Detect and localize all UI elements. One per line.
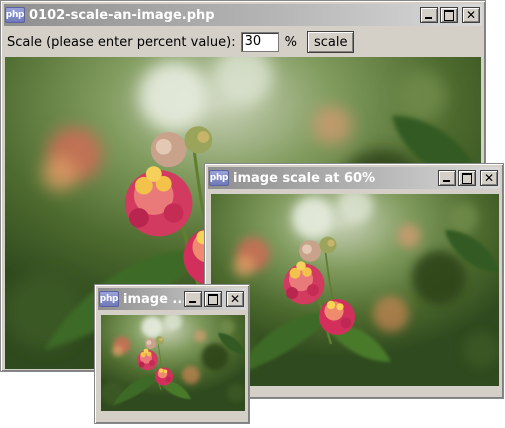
window-title: 0102-scale-an-image.php	[29, 7, 215, 23]
percent-label: %	[284, 34, 297, 50]
scaled-image-60	[211, 194, 499, 386]
scale-controls: Scale (please enter percent value): 30 %…	[7, 31, 477, 53]
scale-label: Scale (please enter percent value):	[7, 34, 236, 50]
close-button[interactable]: ✕	[480, 170, 498, 186]
maximize-button[interactable]	[440, 7, 458, 23]
php-logo-icon: php	[5, 7, 25, 23]
scaled-60-titlebar[interactable]: php image scale at 60% ✕	[208, 167, 500, 189]
scale-button[interactable]: scale	[306, 31, 355, 53]
scaled-30-titlebar[interactable]: php image ... ✕	[98, 288, 246, 310]
main-titlebar[interactable]: php 0102-scale-an-image.php ✕	[4, 4, 482, 26]
minimize-button[interactable]	[438, 170, 456, 186]
close-button[interactable]: ✕	[462, 7, 480, 23]
php-logo-icon: php	[99, 291, 119, 307]
maximize-button[interactable]	[458, 170, 476, 186]
php-logo-icon: php	[209, 170, 229, 186]
minimize-button[interactable]	[420, 7, 438, 23]
minimize-button[interactable]	[184, 291, 202, 307]
window-title: image ...	[123, 291, 184, 307]
maximize-button[interactable]	[204, 291, 222, 307]
close-button[interactable]: ✕	[226, 291, 244, 307]
scaled-image-30	[101, 315, 245, 411]
scaled-30-window: php image ... ✕	[94, 284, 250, 424]
scale-input[interactable]: 30	[240, 32, 279, 52]
window-title: image scale at 60%	[233, 170, 376, 186]
